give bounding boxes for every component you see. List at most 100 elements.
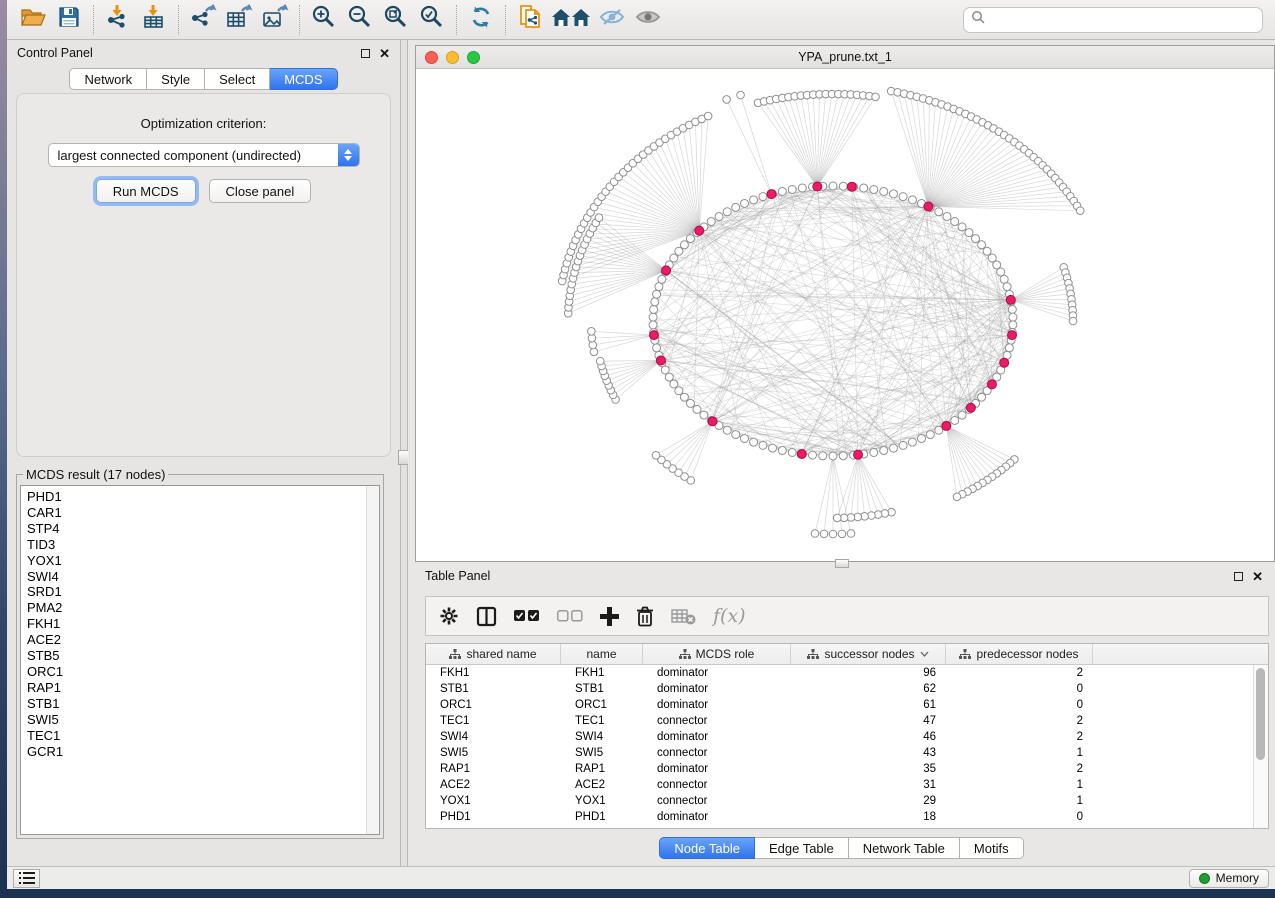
- mcds-result-node[interactable]: ORC1: [27, 664, 379, 680]
- export-table-button[interactable]: [221, 4, 257, 36]
- table-cell[interactable]: RAP1: [561, 761, 643, 777]
- zoom-in-button[interactable]: [306, 4, 342, 36]
- table-cell[interactable]: dominator: [643, 809, 791, 825]
- table-cell[interactable]: FKH1: [426, 665, 561, 681]
- hide-selected-button[interactable]: [594, 4, 630, 36]
- table-cell[interactable]: 2: [946, 713, 1093, 729]
- table-cell[interactable]: [1093, 713, 1253, 729]
- task-history-button[interactable]: [13, 869, 40, 888]
- column-header-predecessor-nodes[interactable]: predecessor nodes: [946, 644, 1093, 664]
- table-cell[interactable]: YOX1: [561, 793, 643, 809]
- mcds-result-node[interactable]: STP4: [27, 521, 379, 537]
- tab-node-table[interactable]: Node Table: [659, 837, 755, 859]
- column-header-mcds-role[interactable]: MCDS role: [643, 644, 791, 664]
- table-cell[interactable]: connector: [643, 713, 791, 729]
- table-cell[interactable]: [1093, 745, 1253, 761]
- table-cell[interactable]: ORC1: [561, 697, 643, 713]
- import-network-button[interactable]: [100, 4, 136, 36]
- table-cell[interactable]: ACE2: [561, 777, 643, 793]
- table-cell[interactable]: 1: [946, 793, 1093, 809]
- table-cell[interactable]: 0: [946, 809, 1093, 825]
- table-cell[interactable]: [1093, 681, 1253, 697]
- table-row[interactable]: PHD1PHD1dominator180: [426, 809, 1253, 825]
- table-cell[interactable]: ORC1: [426, 697, 561, 713]
- duplicate-network-button[interactable]: [512, 4, 548, 36]
- close-panel-button[interactable]: Close panel: [209, 179, 312, 203]
- table-cell[interactable]: 61: [791, 697, 946, 713]
- table-row[interactable]: SWI5SWI5connector431: [426, 745, 1253, 761]
- delete-table-button[interactable]: [671, 608, 696, 625]
- table-cell[interactable]: 29: [791, 793, 946, 809]
- mcds-result-list[interactable]: PHD1CAR1STP4TID3YOX1SWI4SRD1PMA2FKH1ACE2…: [20, 485, 380, 835]
- table-cell[interactable]: SWI4: [561, 729, 643, 745]
- table-cell[interactable]: 1: [946, 777, 1093, 793]
- vertical-splitter[interactable]: [400, 40, 408, 866]
- table-row[interactable]: ORC1ORC1dominator610: [426, 697, 1253, 713]
- table-cell[interactable]: 35: [791, 761, 946, 777]
- mcds-result-node[interactable]: STB1: [27, 696, 379, 712]
- horizontal-splitter-handle[interactable]: [835, 559, 849, 568]
- import-table-button[interactable]: [136, 4, 172, 36]
- tab-network-table[interactable]: Network Table: [849, 837, 960, 859]
- show-columns-button[interactable]: [476, 606, 497, 627]
- table-row[interactable]: SWI4SWI4dominator462: [426, 729, 1253, 745]
- save-session-button[interactable]: [51, 4, 87, 36]
- search-field[interactable]: [963, 7, 1263, 33]
- tab-select[interactable]: Select: [205, 68, 270, 90]
- table-cell[interactable]: dominator: [643, 761, 791, 777]
- mcds-result-node[interactable]: RAP1: [27, 680, 379, 696]
- table-cell[interactable]: 0: [946, 697, 1093, 713]
- deselect-all-rows-button[interactable]: [557, 610, 583, 623]
- export-network-button[interactable]: [185, 4, 221, 36]
- mcds-result-node[interactable]: PHD1: [27, 489, 379, 505]
- table-cell[interactable]: dominator: [643, 681, 791, 697]
- mcds-result-node[interactable]: ACE2: [27, 632, 379, 648]
- table-cell[interactable]: ACE2: [426, 777, 561, 793]
- table-cell[interactable]: 1: [946, 745, 1093, 761]
- table-cell[interactable]: [1093, 761, 1253, 777]
- table-cell[interactable]: STB1: [561, 681, 643, 697]
- mcds-result-node[interactable]: SRD1: [27, 584, 379, 600]
- table-cell[interactable]: 2: [946, 665, 1093, 681]
- table-cell[interactable]: [1093, 665, 1253, 681]
- tab-style[interactable]: Style: [147, 68, 205, 90]
- search-input[interactable]: [991, 13, 1255, 27]
- table-cell[interactable]: SWI5: [561, 745, 643, 761]
- table-row[interactable]: FKH1FKH1dominator962: [426, 665, 1253, 681]
- mcds-result-node[interactable]: SWI5: [27, 712, 379, 728]
- table-cell[interactable]: 2: [946, 729, 1093, 745]
- result-list-scrollbar[interactable]: [366, 486, 379, 834]
- table-cell[interactable]: PHD1: [426, 809, 561, 825]
- mcds-result-node[interactable]: YOX1: [27, 553, 379, 569]
- table-settings-button[interactable]: [439, 606, 459, 626]
- refresh-button[interactable]: [463, 4, 499, 36]
- table-cell[interactable]: RAP1: [426, 761, 561, 777]
- table-cell[interactable]: 47: [791, 713, 946, 729]
- tab-mcds[interactable]: MCDS: [270, 68, 337, 90]
- column-header-shared-name[interactable]: shared name: [426, 644, 561, 664]
- table-cell[interactable]: FKH1: [561, 665, 643, 681]
- table-cell[interactable]: dominator: [643, 697, 791, 713]
- zoom-selected-button[interactable]: [414, 4, 450, 36]
- network-titlebar[interactable]: YPA_prune.txt_1: [416, 46, 1274, 69]
- table-cell[interactable]: TEC1: [426, 713, 561, 729]
- table-cell[interactable]: connector: [643, 793, 791, 809]
- criterion-dropdown[interactable]: largest connected component (undirected): [48, 143, 360, 167]
- table-cell[interactable]: [1093, 729, 1253, 745]
- add-column-button[interactable]: [600, 607, 619, 626]
- table-cell[interactable]: 62: [791, 681, 946, 697]
- zoom-fit-button[interactable]: [378, 4, 414, 36]
- table-cell[interactable]: TEC1: [561, 713, 643, 729]
- delete-column-button[interactable]: [636, 606, 654, 627]
- close-panel-icon[interactable]: ✕: [379, 49, 390, 58]
- mcds-result-node[interactable]: SWI4: [27, 569, 379, 585]
- table-cell[interactable]: [1093, 697, 1253, 713]
- table-cell[interactable]: 31: [791, 777, 946, 793]
- table-cell[interactable]: [1093, 809, 1253, 825]
- network-canvas-container[interactable]: [416, 69, 1274, 561]
- column-header-successor-nodes[interactable]: successor nodes: [791, 644, 946, 664]
- table-row[interactable]: YOX1YOX1connector291: [426, 793, 1253, 809]
- first-neighbors-button[interactable]: [548, 4, 594, 36]
- table-cell[interactable]: YOX1: [426, 793, 561, 809]
- table-cell[interactable]: connector: [643, 777, 791, 793]
